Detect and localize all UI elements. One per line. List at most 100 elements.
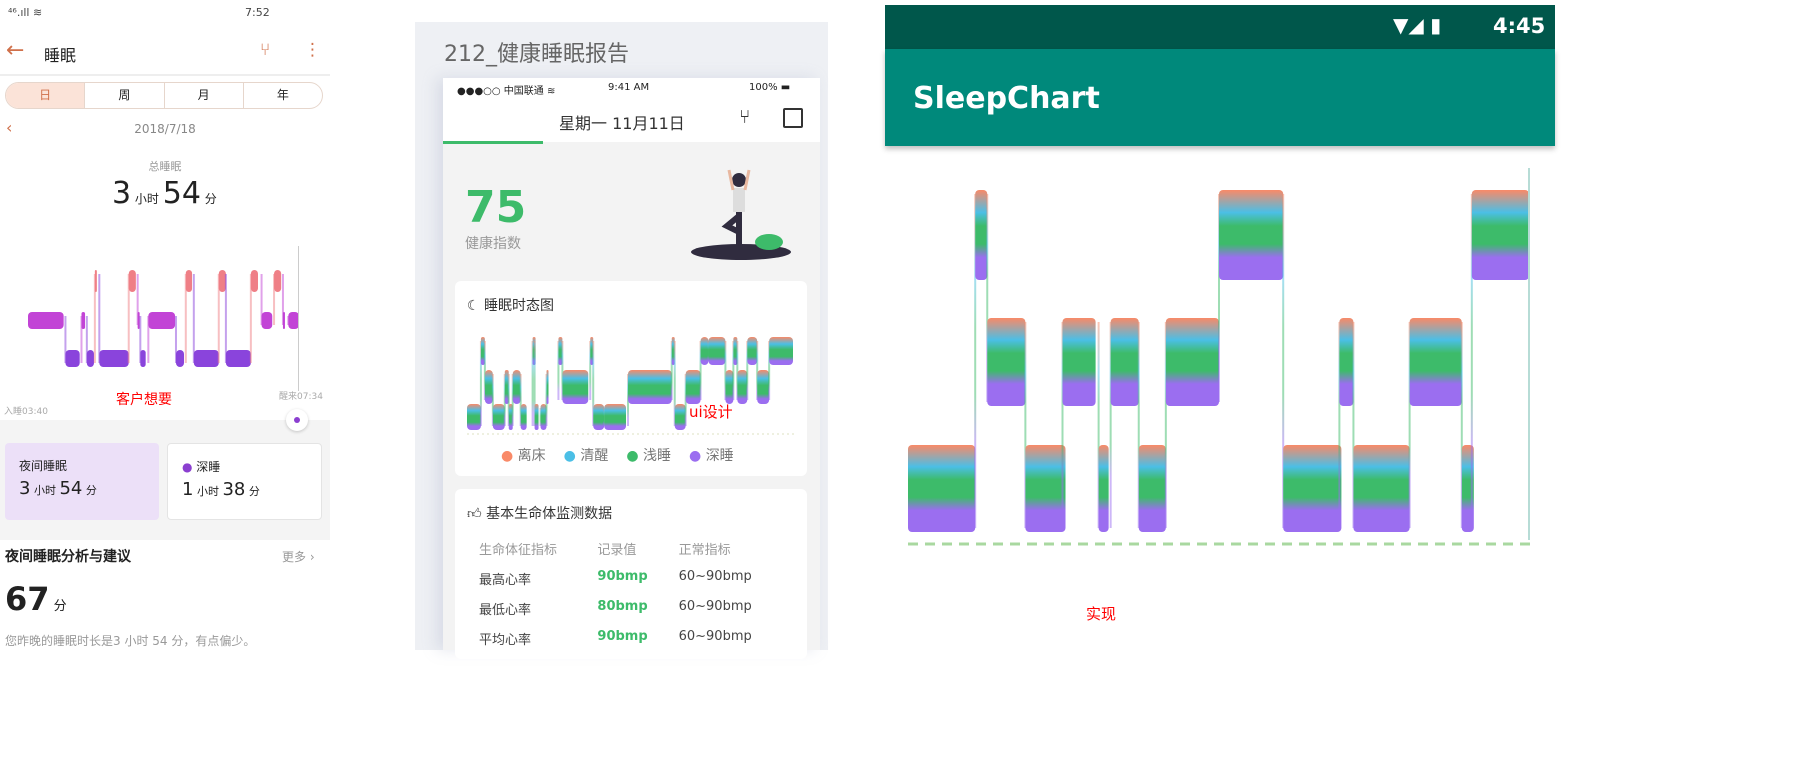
chart-title: 睡眠时态图 — [484, 298, 555, 314]
cell: 90bmp — [597, 569, 648, 584]
segment-light — [725, 370, 734, 404]
segment-light — [1110, 318, 1139, 406]
segment-out — [700, 337, 709, 365]
legend-awake: ● 清醒 — [563, 448, 609, 464]
segment-light — [685, 370, 701, 404]
more-label: 更多 — [282, 550, 307, 564]
total-sleep-label: 总睡眠 — [148, 160, 182, 173]
left-sleep-chart — [28, 270, 299, 367]
col-header: 记录值 — [597, 543, 637, 558]
left-phone-screenshot: ⁴⁶.ıll ≋ 7:52 ← 睡眠 ⑂ ⋮ 日 周 月 年 ‹ 2018/7/… — [0, 0, 330, 650]
segment-awake — [1219, 190, 1284, 280]
segment-awake — [747, 337, 758, 365]
hours: 3 — [112, 176, 132, 211]
segment-deep — [99, 350, 129, 367]
sleep-chart-card: ☾ 睡眠时态图 ui设计 ● 离床 ● 清醒 ● 浅睡 ● 深睡 — [455, 281, 807, 476]
total-sleep-value: 3 小时 54 分 — [112, 176, 217, 211]
divider — [0, 74, 330, 76]
segment-deep — [1098, 445, 1109, 532]
chart-end-line — [298, 246, 299, 391]
segment-light — [1062, 318, 1096, 406]
score-value: 67 — [5, 580, 50, 618]
tab-week[interactable]: 周 — [84, 83, 163, 108]
segment-deep — [593, 404, 605, 430]
segment-light — [261, 312, 273, 329]
segment-light — [737, 370, 748, 404]
wifi-icon: ≋ — [547, 86, 556, 97]
segment-deep — [140, 350, 146, 367]
legend: ● 离床 ● 清醒 ● 浅睡 ● 深睡 — [501, 445, 734, 465]
segment-light — [1339, 318, 1354, 406]
right-sleep-chart — [908, 168, 1533, 546]
cell: 最低心率 — [479, 603, 532, 618]
app-title: SleepChart — [913, 81, 1100, 116]
segment-light — [28, 312, 64, 329]
segment-light — [1409, 318, 1462, 406]
annotation-implementation: 实现 — [1086, 605, 1117, 623]
hours: 1 — [182, 479, 194, 500]
segment-deep — [1353, 445, 1410, 532]
segment-deep — [467, 404, 481, 430]
back-icon[interactable]: ← — [6, 38, 24, 63]
segment-deep — [65, 350, 80, 367]
deep-sleep-card[interactable]: ● 深睡 1 小时 38 分 — [167, 443, 322, 520]
segment-light — [484, 370, 493, 404]
score-unit: 分 — [53, 599, 67, 614]
annotation-customer: 客户想要 — [116, 392, 172, 408]
status-icons: ▼◢ ▮ — [1393, 13, 1442, 37]
segment-deep — [193, 350, 219, 367]
night-sleep-card[interactable]: 夜间睡眠 3 小时 54 分 — [5, 443, 159, 520]
segment-deep — [674, 404, 686, 430]
segment-deep — [1283, 445, 1342, 532]
more-icon[interactable]: ⋮ — [304, 40, 321, 60]
transition-line — [98, 274, 101, 363]
battery-label: 100% — [749, 82, 778, 93]
segment-deep — [86, 350, 94, 367]
thumbs-up-icon: 👍︎ — [467, 506, 487, 522]
segment-out — [274, 270, 282, 292]
expand-button[interactable] — [286, 409, 308, 431]
tab-day[interactable]: 日 — [6, 83, 85, 108]
app-toolbar: SleepChart — [885, 49, 1555, 146]
share-icon[interactable]: ⑂ — [739, 106, 750, 128]
share-icon[interactable]: ⑂ — [260, 40, 270, 60]
battery: 100% ▬ — [749, 82, 791, 93]
tab-year[interactable]: 年 — [242, 83, 322, 108]
moon-icon: ☾ — [467, 298, 485, 314]
score: 67 分 — [5, 580, 67, 618]
segment-light — [81, 312, 86, 329]
segment-deep — [908, 445, 976, 532]
minutes: 54 — [162, 176, 201, 211]
cell: 60~90bmp — [678, 569, 752, 584]
table-row: 最低心率 80bmp 60~90bmp — [479, 599, 797, 618]
legend-label: 离床 — [517, 448, 546, 464]
segment-deep — [492, 404, 505, 430]
more-link[interactable]: 更多 › — [282, 548, 315, 565]
segment-light — [562, 370, 589, 404]
legend-deep: ● 深睡 — [689, 448, 734, 464]
segment-light — [1165, 318, 1220, 406]
status-time: 4:45 — [1493, 14, 1546, 38]
tab-indicator — [443, 141, 543, 144]
night-sleep-label: 夜间睡眠 — [19, 459, 68, 473]
col-header: 正常指标 — [678, 543, 731, 558]
middle-phone: ●●●○○ 中国联通 ≋ 9:41 AM 100% ▬ 星期一 11月11日 ⑂… — [443, 78, 820, 659]
segment-out — [185, 270, 193, 292]
deep-sleep-value: 1 小时 38 分 — [182, 479, 260, 500]
tab-month[interactable]: 月 — [163, 83, 243, 108]
minutes: 38 — [222, 479, 246, 500]
minute-unit: 分 — [204, 192, 217, 206]
android-status-bar: ▼◢ ▮ 4:45 — [885, 5, 1555, 49]
cell: 平均心率 — [479, 633, 532, 648]
segment-deep — [1138, 445, 1166, 532]
transition-line — [192, 274, 195, 363]
segment-out — [250, 270, 258, 292]
calendar-icon[interactable] — [783, 108, 803, 128]
analysis-title: 夜间睡眠分析与建议 — [5, 549, 131, 565]
table-row: 最高心率 90bmp 60~90bmp — [479, 569, 797, 588]
legend-label: 浅睡 — [643, 448, 672, 464]
legend-label: 深睡 — [705, 448, 734, 464]
segment-light — [757, 370, 770, 404]
segment-deep — [175, 350, 185, 367]
segment-light — [282, 312, 285, 329]
